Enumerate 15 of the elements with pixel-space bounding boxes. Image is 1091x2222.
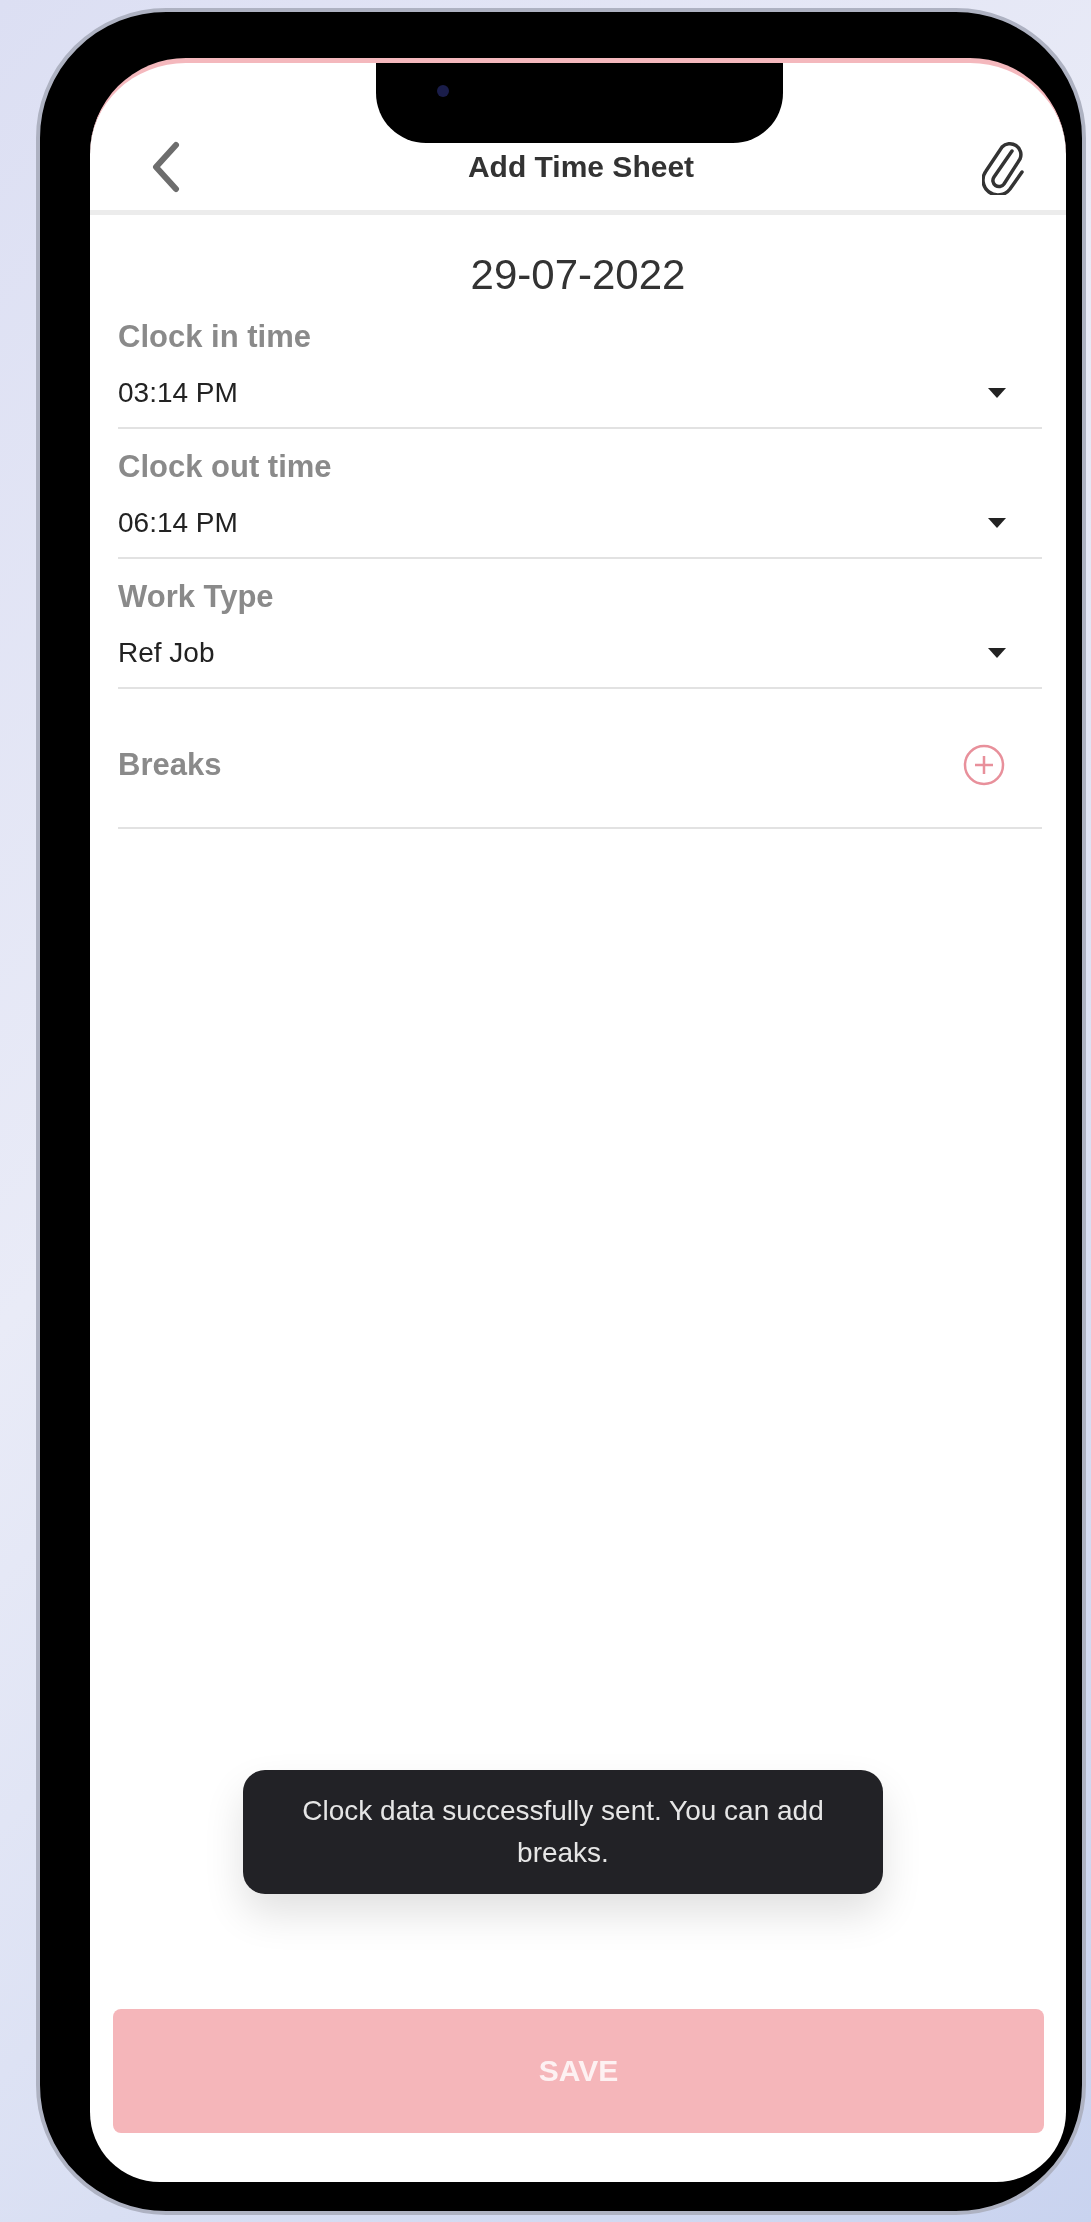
- camera-icon: [436, 84, 450, 98]
- field-label: Clock out time: [118, 449, 333, 485]
- caret-icon: [988, 648, 1006, 658]
- field-label: Clock in time: [118, 319, 312, 355]
- caret-icon: [988, 388, 1006, 398]
- field-label: Breaks: [118, 747, 222, 783]
- date-text: 29-07-2022: [469, 251, 687, 299]
- back-icon[interactable]: [150, 140, 180, 193]
- caret-icon: [988, 518, 1006, 528]
- field-label: Work Type: [118, 579, 275, 615]
- dropdown-field[interactable]: 06:14 PM: [118, 485, 1042, 549]
- screen-title: Add Time Sheet: [467, 149, 695, 184]
- toast-message: Clock data successfully sent. You can add breaks.: [243, 1770, 883, 1894]
- dropdown-field[interactable]: Ref Job: [118, 615, 1042, 679]
- dropdown-field[interactable]: 03:14 PM: [118, 355, 1042, 419]
